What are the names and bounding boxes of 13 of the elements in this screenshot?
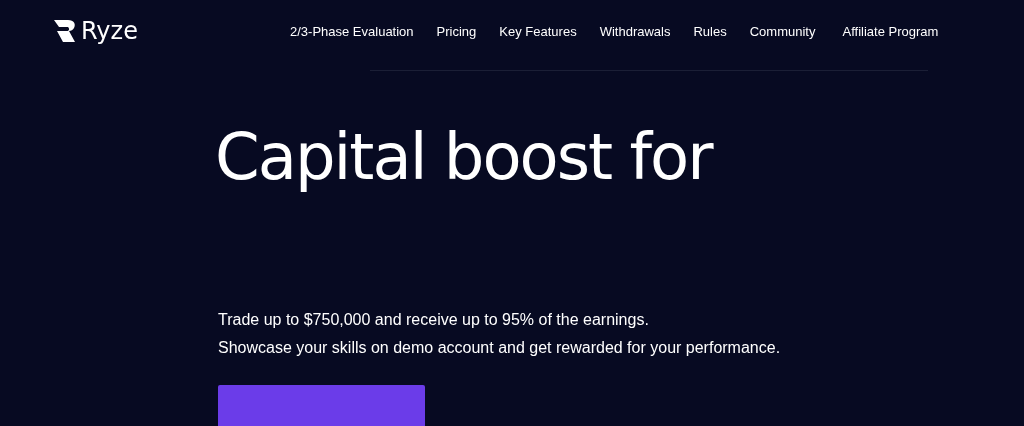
hero-text: Trade up to $750,000 and receive up to 95% of the earnings. (218, 310, 650, 330)
nav-link[interactable]: 2/3-Phase Evaluation (290, 23, 414, 39)
cta-button[interactable] (218, 385, 425, 426)
nav-link[interactable]: Withdrawals (599, 23, 671, 39)
nav-link[interactable]: Affiliate Program (842, 23, 939, 39)
nav-link[interactable]: Pricing (436, 23, 477, 39)
nav-link[interactable]: Key Features (499, 23, 577, 39)
nav-link[interactable]: Community (749, 23, 816, 39)
logo-icon (53, 19, 77, 43)
hero-headline: Capital boost for (215, 119, 714, 196)
nav-link[interactable]: Rules (693, 23, 727, 39)
logo-text[interactable]: Ryze (81, 17, 138, 45)
hero-text: Showcase your skills on demo account and get rewarded for your performance. (218, 338, 782, 358)
